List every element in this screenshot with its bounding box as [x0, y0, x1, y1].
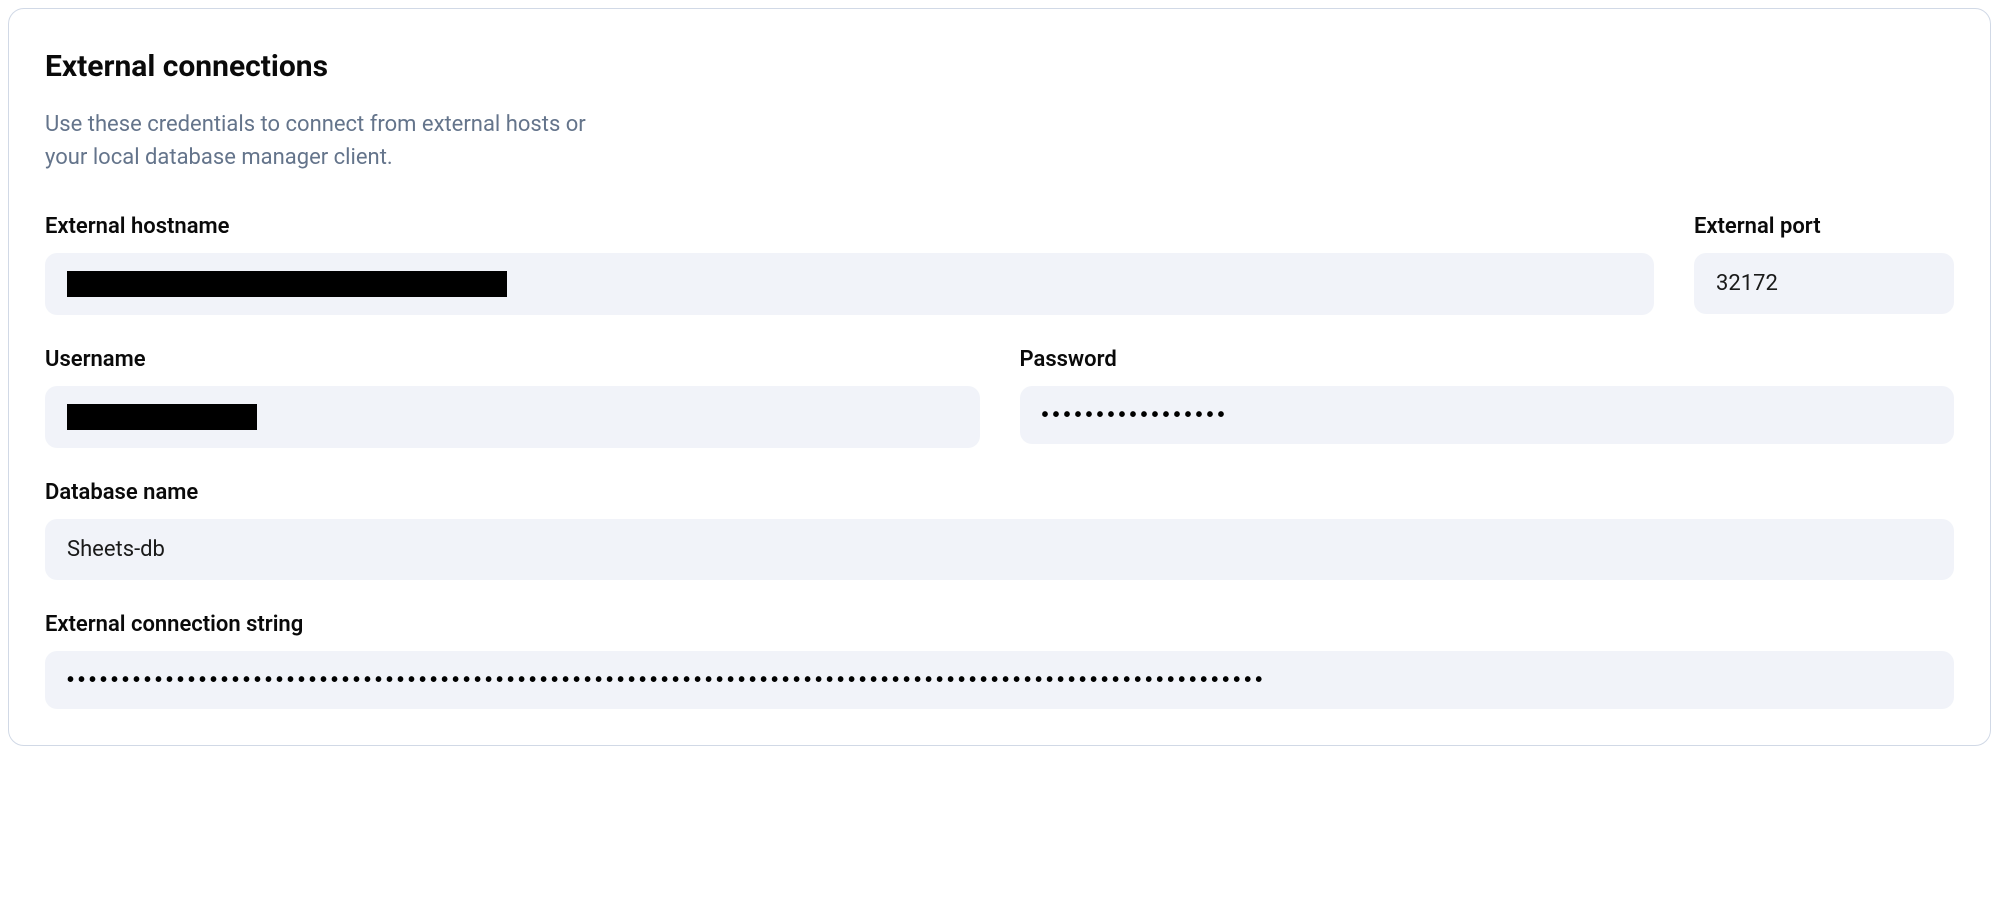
panel-title: External connections — [45, 49, 1954, 84]
password-masked: ••••••••••••••••• — [1042, 405, 1229, 425]
value-username[interactable] — [45, 386, 980, 448]
value-connection-string[interactable]: ••••••••••••••••••••••••••••••••••••••••… — [45, 651, 1954, 709]
redacted-username — [67, 404, 257, 430]
row-hostname-port: External hostname External port 32172 — [45, 214, 1954, 315]
row-database-name: Database name Sheets-db — [45, 480, 1954, 580]
value-external-port[interactable]: 32172 — [1694, 253, 1954, 314]
label-connection-string: External connection string — [45, 612, 1954, 637]
panel-description: Use these credentials to connect from ex… — [45, 108, 605, 174]
field-external-port: External port 32172 — [1694, 214, 1954, 315]
value-external-hostname[interactable] — [45, 253, 1654, 315]
row-connection-string: External connection string •••••••••••••… — [45, 612, 1954, 709]
label-username: Username — [45, 347, 980, 372]
field-external-hostname: External hostname — [45, 214, 1654, 315]
field-password: Password ••••••••••••••••• — [1020, 347, 1955, 448]
field-username: Username — [45, 347, 980, 448]
connection-string-masked: ••••••••••••••••••••••••••••••••••••••••… — [67, 670, 1266, 690]
value-database-name[interactable]: Sheets-db — [45, 519, 1954, 580]
field-connection-string: External connection string •••••••••••••… — [45, 612, 1954, 709]
label-password: Password — [1020, 347, 1955, 372]
redacted-hostname — [67, 271, 507, 297]
label-external-hostname: External hostname — [45, 214, 1654, 239]
label-external-port: External port — [1694, 214, 1954, 239]
fields-container: External hostname External port 32172 Us… — [45, 214, 1954, 709]
label-database-name: Database name — [45, 480, 1954, 505]
field-database-name: Database name Sheets-db — [45, 480, 1954, 580]
value-password[interactable]: ••••••••••••••••• — [1020, 386, 1955, 444]
external-connections-panel: External connections Use these credentia… — [8, 8, 1991, 746]
row-username-password: Username Password ••••••••••••••••• — [45, 347, 1954, 448]
